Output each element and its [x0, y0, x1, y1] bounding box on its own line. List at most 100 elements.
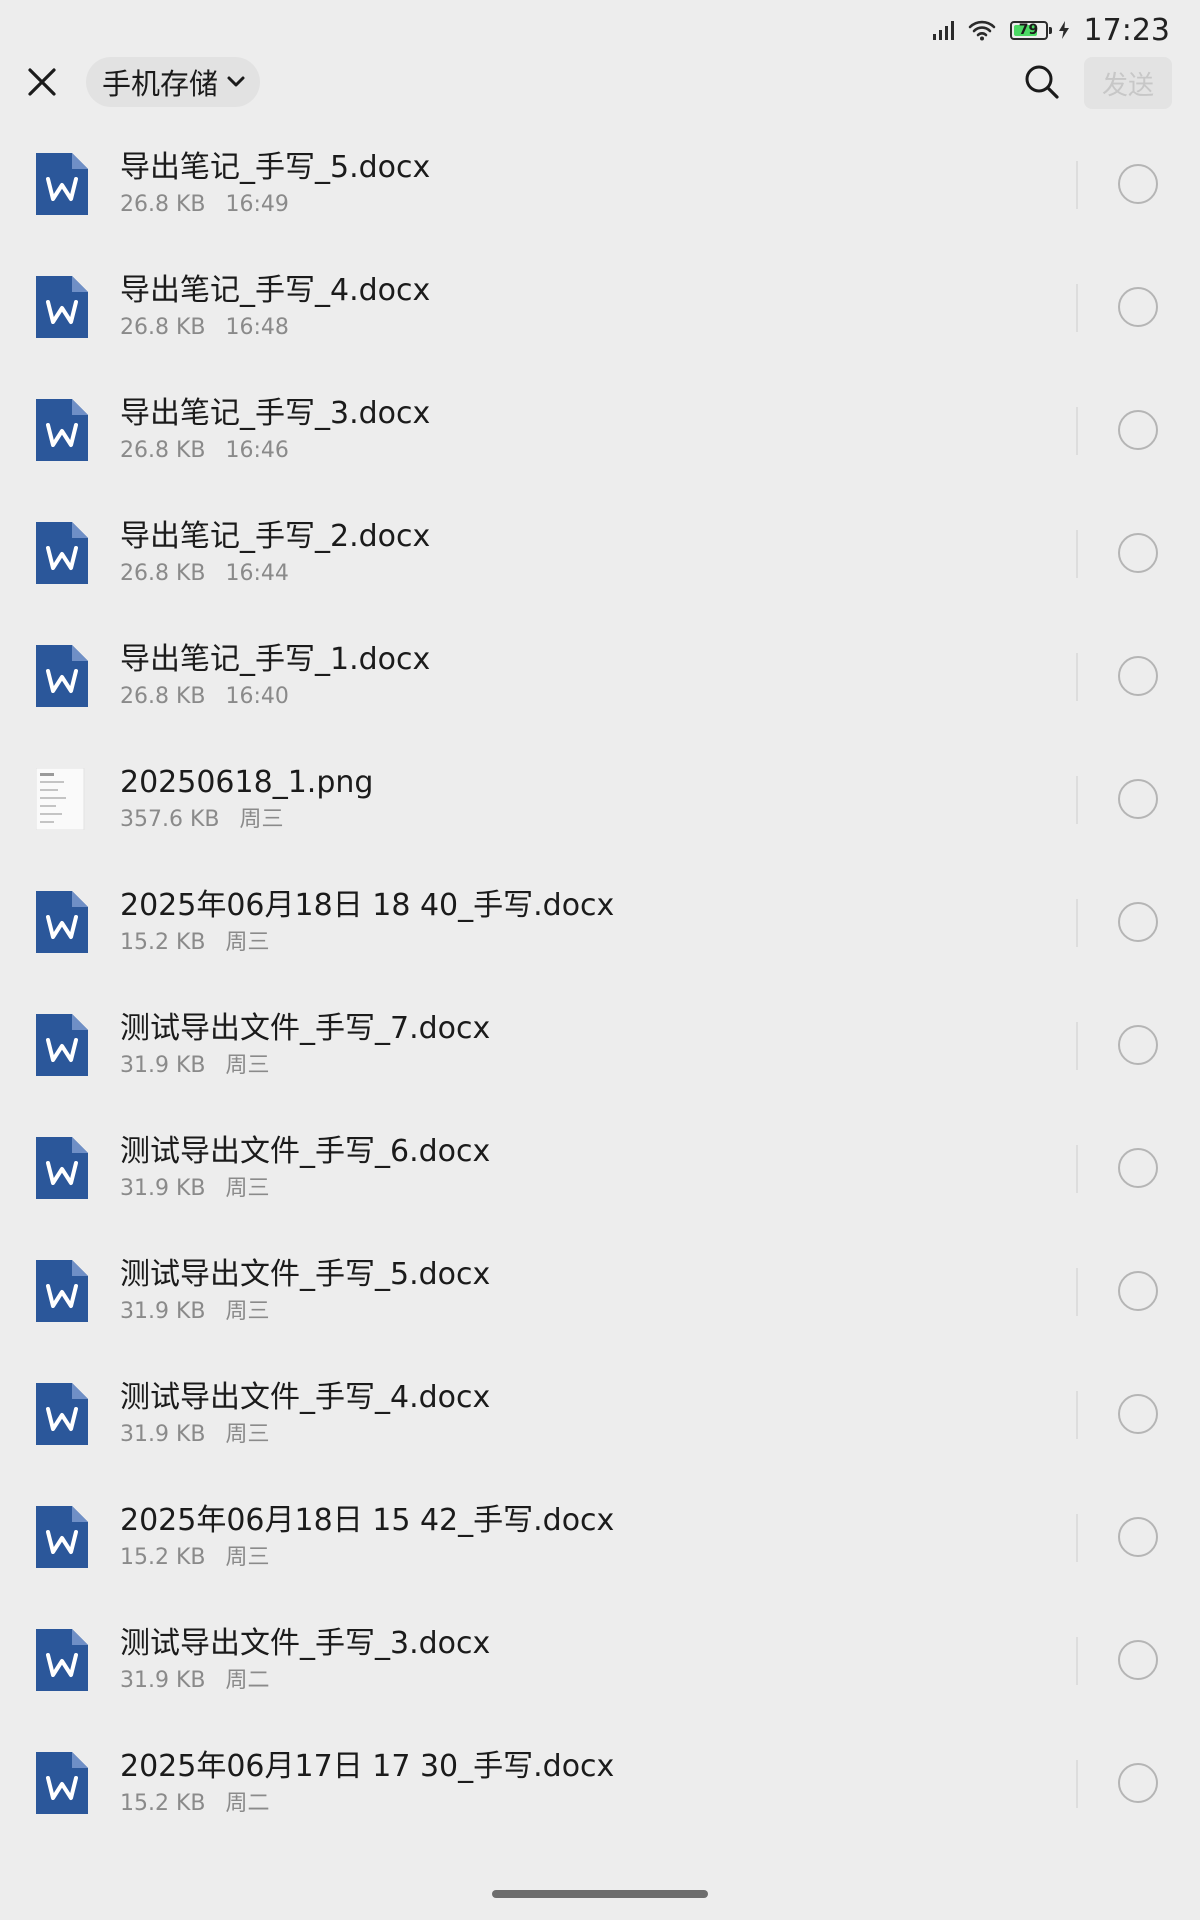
select-radio-button[interactable] [1118, 1763, 1158, 1803]
word-document-icon [36, 276, 88, 338]
file-size: 31.9 KB [120, 1422, 206, 1447]
select-radio-button[interactable] [1118, 533, 1158, 573]
file-size: 31.9 KB [120, 1176, 206, 1201]
row-divider [1076, 1637, 1078, 1685]
word-document-icon [36, 645, 88, 707]
file-name: 测试导出文件_手写_7.docx [120, 1011, 491, 1046]
file-row[interactable]: 测试导出文件_手写_7.docx 31.9 KB 周三 [0, 984, 1200, 1107]
select-radio-button[interactable] [1118, 1640, 1158, 1680]
select-radio-button[interactable] [1118, 1517, 1158, 1557]
select-radio-button[interactable] [1118, 902, 1158, 942]
home-indicator[interactable] [492, 1890, 708, 1898]
file-size: 26.8 KB [120, 561, 206, 586]
battery-level-text: 79 [1018, 21, 1039, 38]
signal-icon [932, 20, 958, 40]
row-divider [1076, 1022, 1078, 1070]
chevron-down-icon [227, 76, 245, 87]
file-time: 16:40 [225, 684, 289, 709]
word-document-icon [36, 1506, 88, 1568]
storage-location-label: 手机存储 [102, 67, 219, 101]
file-meta: 15.2 KB 周三 [120, 1543, 270, 1573]
word-document-icon [36, 891, 88, 953]
file-row[interactable]: 测试导出文件_手写_6.docx 31.9 KB 周三 [0, 1107, 1200, 1230]
file-size: 26.8 KB [120, 684, 206, 709]
file-name: 测试导出文件_手写_6.docx [120, 1134, 491, 1169]
file-time: 周三 [225, 1053, 270, 1078]
file-meta: 15.2 KB 周二 [120, 1789, 270, 1819]
file-size: 26.8 KB [120, 192, 206, 217]
word-document-icon [36, 1752, 88, 1814]
file-name: 2025年06月18日 18 40_手写.docx [120, 888, 615, 923]
file-time: 周二 [225, 1791, 270, 1816]
file-size: 26.8 KB [120, 315, 206, 340]
word-document-icon [36, 1629, 88, 1691]
row-divider [1076, 1391, 1078, 1439]
wifi-icon [968, 19, 996, 41]
file-time: 周三 [225, 930, 270, 955]
file-row[interactable]: 导出笔记_手写_4.docx 26.8 KB 16:48 [0, 246, 1200, 369]
file-name: 测试导出文件_手写_4.docx [120, 1380, 491, 1415]
row-divider [1076, 1145, 1078, 1193]
select-radio-button[interactable] [1118, 287, 1158, 327]
file-name: 导出笔记_手写_3.docx [120, 396, 431, 431]
file-row[interactable]: 导出笔记_手写_3.docx 26.8 KB 16:46 [0, 369, 1200, 492]
select-radio-button[interactable] [1118, 164, 1158, 204]
file-name: 2025年06月18日 15 42_手写.docx [120, 1503, 615, 1538]
file-row[interactable]: 导出笔记_手写_1.docx 26.8 KB 16:40 [0, 615, 1200, 738]
file-meta: 31.9 KB 周三 [120, 1297, 270, 1327]
file-row[interactable]: 测试导出文件_手写_5.docx 31.9 KB 周三 [0, 1230, 1200, 1353]
file-time: 周三 [225, 1545, 270, 1570]
select-radio-button[interactable] [1118, 656, 1158, 696]
file-time: 周三 [225, 1176, 270, 1201]
battery-icon: 79 [1009, 20, 1052, 40]
file-meta: 31.9 KB 周三 [120, 1174, 270, 1204]
word-document-icon [36, 1137, 88, 1199]
close-button[interactable] [20, 60, 64, 104]
file-meta: 26.8 KB 16:46 [120, 436, 289, 466]
row-divider [1076, 776, 1078, 824]
row-divider [1076, 899, 1078, 947]
select-radio-button[interactable] [1118, 410, 1158, 450]
status-bar: 79 17:23 [0, 0, 1200, 60]
file-meta: 26.8 KB 16:49 [120, 190, 289, 220]
file-name: 20250618_1.png [120, 765, 374, 800]
file-row[interactable]: 20250618_1.png 357.6 KB 周三 [0, 738, 1200, 861]
file-time: 16:49 [225, 192, 289, 217]
file-name: 导出笔记_手写_5.docx [120, 150, 431, 185]
select-radio-button[interactable] [1118, 1394, 1158, 1434]
file-row[interactable]: 2025年06月18日 15 42_手写.docx 15.2 KB 周三 [0, 1476, 1200, 1599]
file-list: 导出笔记_手写_5.docx 26.8 KB 16:49 导出笔记_手写_4.docx… [0, 123, 1200, 1845]
send-button[interactable]: 发送 [1084, 57, 1172, 109]
file-time: 16:44 [225, 561, 289, 586]
select-radio-button[interactable] [1118, 1025, 1158, 1065]
word-document-icon [36, 1014, 88, 1076]
file-size: 31.9 KB [120, 1053, 206, 1078]
select-radio-button[interactable] [1118, 1271, 1158, 1311]
word-document-icon [36, 1383, 88, 1445]
file-row[interactable]: 测试导出文件_手写_4.docx 31.9 KB 周三 [0, 1353, 1200, 1476]
file-time: 周三 [225, 1299, 270, 1324]
row-divider [1076, 530, 1078, 578]
top-bar: 手机存储 发送 [0, 52, 1200, 112]
file-size: 31.9 KB [120, 1668, 206, 1693]
file-name: 测试导出文件_手写_3.docx [120, 1626, 491, 1661]
file-row[interactable]: 测试导出文件_手写_3.docx 31.9 KB 周二 [0, 1599, 1200, 1722]
file-meta: 26.8 KB 16:44 [120, 559, 289, 589]
row-divider [1076, 653, 1078, 701]
file-meta: 15.2 KB 周三 [120, 928, 270, 958]
search-button[interactable] [1018, 58, 1066, 106]
file-row[interactable]: 2025年06月18日 18 40_手写.docx 15.2 KB 周三 [0, 861, 1200, 984]
row-divider [1076, 1514, 1078, 1562]
file-time: 周三 [225, 1422, 270, 1447]
file-row[interactable]: 导出笔记_手写_5.docx 26.8 KB 16:49 [0, 123, 1200, 246]
file-size: 26.8 KB [120, 438, 206, 463]
search-icon [1025, 65, 1059, 99]
file-row[interactable]: 2025年06月17日 17 30_手写.docx 15.2 KB 周二 [0, 1722, 1200, 1845]
file-row[interactable]: 导出笔记_手写_2.docx 26.8 KB 16:44 [0, 492, 1200, 615]
file-size: 31.9 KB [120, 1299, 206, 1324]
select-radio-button[interactable] [1118, 1148, 1158, 1188]
storage-location-dropdown[interactable]: 手机存储 [86, 57, 261, 107]
file-time: 16:48 [225, 315, 289, 340]
file-meta: 31.9 KB 周三 [120, 1051, 270, 1081]
select-radio-button[interactable] [1118, 779, 1158, 819]
